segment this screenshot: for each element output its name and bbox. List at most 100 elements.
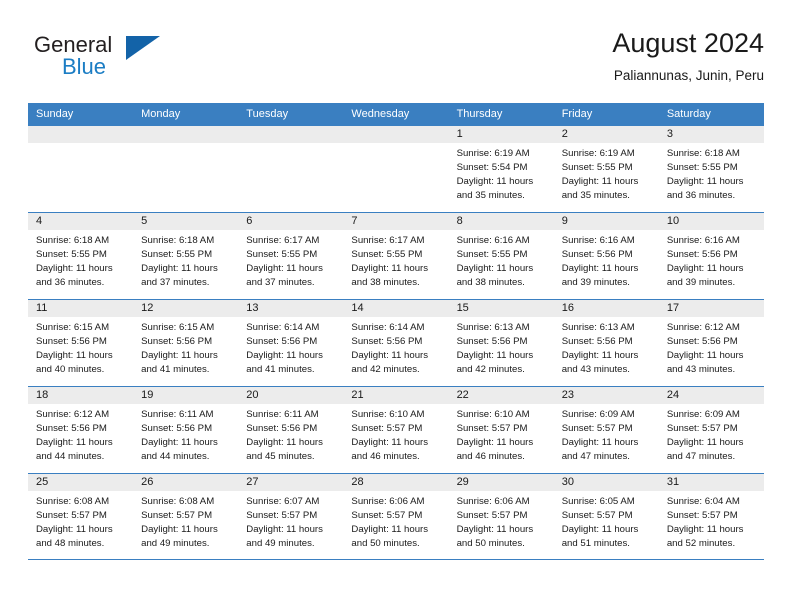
day-cell[interactable]: 21 Sunrise: 6:10 AM Sunset: 5:57 PM Dayl…	[343, 387, 449, 473]
day-details: Sunrise: 6:18 AM Sunset: 5:55 PM Dayligh…	[133, 230, 238, 290]
day-number: 10	[658, 213, 764, 230]
day-cell[interactable]: 12 Sunrise: 6:15 AM Sunset: 5:56 PM Dayl…	[133, 300, 239, 386]
sunset-text: Sunset: 5:55 PM	[141, 249, 213, 260]
general-blue-logo[interactable]: General Blue	[34, 32, 174, 84]
sunrise-text: Sunrise: 6:16 AM	[561, 235, 635, 246]
day-number: 20	[238, 387, 344, 404]
sunrise-text: Sunrise: 6:06 AM	[351, 496, 425, 507]
day-cell[interactable]: 4 Sunrise: 6:18 AM Sunset: 5:55 PM Dayli…	[28, 213, 134, 299]
sunset-text: Sunset: 5:57 PM	[666, 510, 738, 521]
day-cell[interactable]: 10 Sunrise: 6:16 AM Sunset: 5:56 PM Dayl…	[658, 213, 764, 299]
day-cell[interactable]: 27 Sunrise: 6:07 AM Sunset: 5:57 PM Dayl…	[238, 474, 344, 559]
day-details: Sunrise: 6:04 AM Sunset: 5:57 PM Dayligh…	[659, 491, 764, 551]
sunset-text: Sunset: 5:54 PM	[456, 162, 528, 173]
sunrise-text: Sunrise: 6:04 AM	[666, 496, 740, 507]
day-cell[interactable]: 1 Sunrise: 6:19 AM Sunset: 5:54 PM Dayli…	[448, 126, 554, 212]
day-cell[interactable]: 9 Sunrise: 6:16 AM Sunset: 5:56 PM Dayli…	[553, 213, 659, 299]
day-cell[interactable]: 8 Sunrise: 6:16 AM Sunset: 5:55 PM Dayli…	[448, 213, 554, 299]
triangle-icon	[126, 36, 160, 60]
daylight-text-line2: and 47 minutes.	[561, 451, 630, 462]
day-cell[interactable]: 14 Sunrise: 6:14 AM Sunset: 5:56 PM Dayl…	[343, 300, 449, 386]
daylight-text-line2: and 39 minutes.	[666, 277, 736, 288]
day-details: Sunrise: 6:06 AM Sunset: 5:57 PM Dayligh…	[449, 491, 554, 551]
day-details: Sunrise: 6:08 AM Sunset: 5:57 PM Dayligh…	[28, 491, 133, 551]
day-details: Sunrise: 6:12 AM Sunset: 5:56 PM Dayligh…	[28, 404, 133, 464]
day-cell[interactable]	[133, 126, 239, 212]
sunset-text: Sunset: 5:57 PM	[561, 423, 633, 434]
day-cell[interactable]: 31 Sunrise: 6:04 AM Sunset: 5:57 PM Dayl…	[658, 474, 764, 559]
day-details: Sunrise: 6:11 AM Sunset: 5:56 PM Dayligh…	[238, 404, 343, 464]
sunrise-text: Sunrise: 6:10 AM	[351, 409, 425, 420]
sunrise-text: Sunrise: 6:18 AM	[666, 148, 740, 159]
day-cell[interactable]: 18 Sunrise: 6:12 AM Sunset: 5:56 PM Dayl…	[28, 387, 134, 473]
day-number: 8	[448, 213, 554, 230]
weekday-header-thursday: Thursday	[456, 108, 503, 120]
day-number: 18	[28, 387, 134, 404]
day-cell[interactable]: 13 Sunrise: 6:14 AM Sunset: 5:56 PM Dayl…	[238, 300, 344, 386]
day-number: 17	[658, 300, 764, 317]
day-cell[interactable]: 19 Sunrise: 6:11 AM Sunset: 5:56 PM Dayl…	[133, 387, 239, 473]
daylight-text-line1: Daylight: 11 hours	[141, 350, 218, 361]
daylight-text-line2: and 40 minutes.	[36, 364, 105, 375]
day-details: Sunrise: 6:10 AM Sunset: 5:57 PM Dayligh…	[449, 404, 554, 464]
day-cell[interactable]: 28 Sunrise: 6:06 AM Sunset: 5:57 PM Dayl…	[343, 474, 449, 559]
day-cell[interactable]: 29 Sunrise: 6:06 AM Sunset: 5:57 PM Dayl…	[448, 474, 554, 559]
day-details	[343, 143, 448, 147]
daylight-text-line2: and 50 minutes.	[456, 538, 525, 549]
sunset-text: Sunset: 5:56 PM	[141, 336, 213, 347]
title-block: August 2024 Paliannunas, Junin, Peru	[612, 26, 764, 86]
daylight-text-line2: and 49 minutes.	[246, 538, 315, 549]
day-number: 15	[448, 300, 554, 317]
day-details: Sunrise: 6:10 AM Sunset: 5:57 PM Dayligh…	[343, 404, 448, 464]
sunset-text: Sunset: 5:55 PM	[351, 249, 423, 260]
day-details	[28, 143, 133, 147]
sunrise-text: Sunrise: 6:14 AM	[246, 322, 320, 333]
day-details: Sunrise: 6:09 AM Sunset: 5:57 PM Dayligh…	[659, 404, 764, 464]
day-number: 11	[28, 300, 134, 317]
weekday-header-wednesday: Wednesday	[351, 108, 410, 120]
sunrise-text: Sunrise: 6:17 AM	[246, 235, 320, 246]
daylight-text-line1: Daylight: 11 hours	[351, 350, 429, 361]
day-cell[interactable]: 2 Sunrise: 6:19 AM Sunset: 5:55 PM Dayli…	[553, 126, 659, 212]
day-cell[interactable]: 15 Sunrise: 6:13 AM Sunset: 5:56 PM Dayl…	[448, 300, 554, 386]
sunrise-text: Sunrise: 6:08 AM	[36, 496, 110, 507]
page-subtitle: Paliannunas, Junin, Peru	[613, 68, 764, 83]
day-cell[interactable]: 20 Sunrise: 6:11 AM Sunset: 5:56 PM Dayl…	[238, 387, 344, 473]
day-cell[interactable]: 22 Sunrise: 6:10 AM Sunset: 5:57 PM Dayl…	[448, 387, 554, 473]
sunrise-text: Sunrise: 6:07 AM	[246, 496, 320, 507]
sunrise-text: Sunrise: 6:08 AM	[141, 496, 215, 507]
day-cell[interactable]: 11 Sunrise: 6:15 AM Sunset: 5:56 PM Dayl…	[28, 300, 134, 386]
sunrise-text: Sunrise: 6:16 AM	[456, 235, 530, 246]
day-cell[interactable]	[238, 126, 344, 212]
day-number: 14	[343, 300, 449, 317]
day-cell[interactable]: 25 Sunrise: 6:08 AM Sunset: 5:57 PM Dayl…	[28, 474, 134, 559]
day-cell[interactable]	[28, 126, 134, 212]
day-cell[interactable]: 16 Sunrise: 6:13 AM Sunset: 5:56 PM Dayl…	[553, 300, 659, 386]
daylight-text-line2: and 48 minutes.	[36, 538, 105, 549]
week-row: 11 Sunrise: 6:15 AM Sunset: 5:56 PM Dayl…	[28, 299, 764, 386]
daylight-text-line2: and 41 minutes.	[141, 364, 210, 375]
day-cell[interactable]: 6 Sunrise: 6:17 AM Sunset: 5:55 PM Dayli…	[238, 213, 344, 299]
sunset-text: Sunset: 5:57 PM	[351, 510, 423, 521]
day-cell[interactable]: 24 Sunrise: 6:09 AM Sunset: 5:57 PM Dayl…	[658, 387, 764, 473]
daylight-text-line2: and 46 minutes.	[456, 451, 525, 462]
day-cell[interactable]	[343, 126, 449, 212]
day-number: 3	[658, 126, 764, 143]
day-cell[interactable]: 3 Sunrise: 6:18 AM Sunset: 5:55 PM Dayli…	[658, 126, 764, 212]
daylight-text-line2: and 51 minutes.	[561, 538, 630, 549]
day-cell[interactable]: 23 Sunrise: 6:09 AM Sunset: 5:57 PM Dayl…	[553, 387, 659, 473]
sunrise-text: Sunrise: 6:10 AM	[456, 409, 530, 420]
day-cell[interactable]: 17 Sunrise: 6:12 AM Sunset: 5:56 PM Dayl…	[658, 300, 764, 386]
weekday-header-monday: Monday	[141, 108, 181, 120]
day-cell[interactable]: 5 Sunrise: 6:18 AM Sunset: 5:55 PM Dayli…	[133, 213, 239, 299]
day-cell[interactable]: 7 Sunrise: 6:17 AM Sunset: 5:55 PM Dayli…	[343, 213, 449, 299]
sunrise-text: Sunrise: 6:11 AM	[141, 409, 214, 420]
page-title: August 2024	[612, 28, 764, 58]
day-cell[interactable]: 26 Sunrise: 6:08 AM Sunset: 5:57 PM Dayl…	[133, 474, 239, 559]
day-details: Sunrise: 6:18 AM Sunset: 5:55 PM Dayligh…	[28, 230, 133, 290]
daylight-text-line1: Daylight: 11 hours	[246, 263, 323, 274]
day-cell[interactable]: 30 Sunrise: 6:05 AM Sunset: 5:57 PM Dayl…	[553, 474, 659, 559]
sunset-text: Sunset: 5:57 PM	[141, 510, 213, 521]
day-number: 27	[238, 474, 344, 491]
daylight-text-line1: Daylight: 11 hours	[141, 437, 218, 448]
